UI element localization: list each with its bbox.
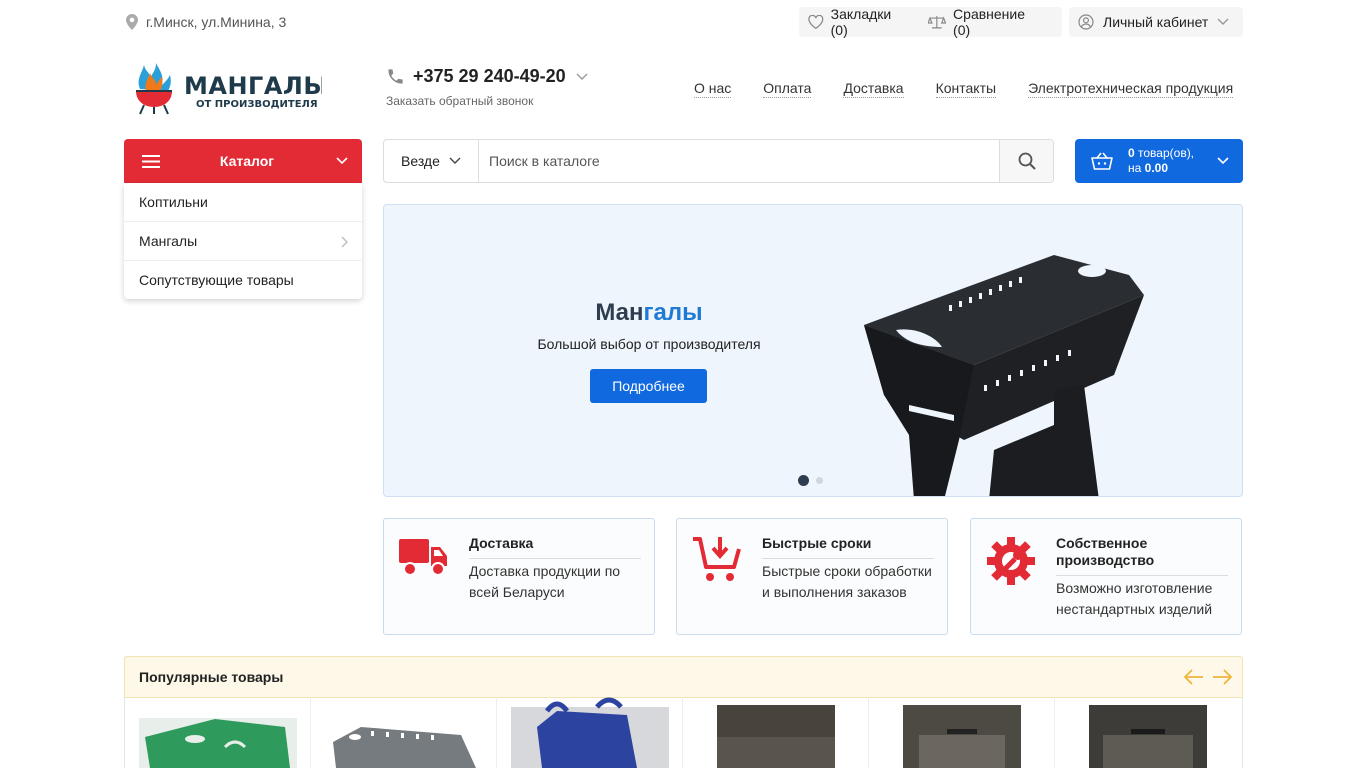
search-input[interactable] bbox=[479, 140, 999, 182]
product-card[interactable] bbox=[497, 697, 683, 768]
product-image bbox=[1089, 705, 1207, 768]
grill-product-image bbox=[864, 255, 1144, 496]
menu-icon bbox=[142, 154, 160, 168]
nav-electrical[interactable]: Электротехническая продукция bbox=[1028, 80, 1234, 98]
cart-summary: 0 товар(ов), на 0.00 bbox=[1128, 146, 1217, 176]
cart-count: 0 bbox=[1128, 146, 1135, 160]
top-actions: Закладки (0) Сравнение (0) bbox=[799, 6, 1062, 38]
slider-dots bbox=[798, 475, 830, 486]
arrow-left-icon[interactable] bbox=[1184, 669, 1204, 685]
location: г.Минск, ул.Минина, 3 bbox=[126, 13, 286, 31]
map-pin-icon bbox=[126, 14, 138, 30]
catalog-item-accessories[interactable]: Сопутствующие товары bbox=[124, 261, 362, 299]
catalog-label: Каталог bbox=[219, 153, 275, 169]
user-icon bbox=[1078, 14, 1094, 30]
product-card[interactable] bbox=[311, 697, 497, 768]
chevron-down-icon bbox=[1217, 157, 1229, 165]
hero-banner[interactable]: Мангалы Большой выбор от производителя П… bbox=[383, 204, 1243, 497]
feature-title: Быстрые сроки bbox=[762, 535, 934, 559]
cart-download-icon bbox=[693, 537, 741, 581]
chevron-down-icon bbox=[1217, 18, 1229, 25]
phone-icon bbox=[388, 69, 403, 84]
catalog-item-grills[interactable]: Мангалы bbox=[124, 222, 362, 261]
banner-more-button[interactable]: Подробнее bbox=[590, 369, 707, 403]
account-button[interactable]: Личный кабинет bbox=[1069, 7, 1243, 37]
slider-dot-active[interactable] bbox=[798, 475, 809, 486]
banner-title: Мангалы bbox=[594, 299, 704, 327]
product-image bbox=[717, 705, 835, 768]
chevron-down-icon bbox=[336, 157, 348, 165]
gear-wrench-icon bbox=[987, 537, 1035, 585]
bookmarks-label: Закладки (0) bbox=[830, 6, 892, 38]
logo-text-sub: ОТ ПРОИЗВОДИТЕЛЯ bbox=[196, 99, 318, 110]
cart-sum-prefix: на bbox=[1128, 161, 1145, 175]
truck-icon bbox=[399, 539, 447, 576]
feature-desc: Доставка продукции по всей Беларуси bbox=[469, 563, 621, 600]
callback-link[interactable]: Заказать обратный звонок bbox=[386, 94, 533, 108]
search-icon bbox=[1018, 152, 1036, 170]
arrow-right-icon[interactable] bbox=[1212, 669, 1232, 685]
product-image bbox=[511, 697, 669, 768]
basket-icon bbox=[1091, 152, 1113, 170]
catalog-item-label: Мангалы bbox=[139, 233, 198, 249]
catalog-item-label: Сопутствующие товары bbox=[139, 272, 294, 288]
catalog-item-label: Коптильни bbox=[139, 194, 208, 210]
search-scope-select[interactable]: Везде bbox=[384, 140, 479, 182]
product-card[interactable] bbox=[125, 697, 311, 768]
catalog-item-smokehouses[interactable]: Коптильни bbox=[124, 183, 362, 222]
product-card[interactable] bbox=[869, 697, 1055, 768]
product-image bbox=[333, 727, 476, 768]
account-label: Личный кабинет bbox=[1103, 14, 1209, 30]
search-bar: Везде bbox=[383, 139, 1054, 183]
chevron-down-icon[interactable] bbox=[576, 73, 588, 81]
feature-title: Собственное производство bbox=[1056, 535, 1228, 576]
feature-desc: Быстрые сроки обработки и выполнения зак… bbox=[762, 563, 932, 600]
phone-number: +375 29 240-49-20 bbox=[413, 66, 566, 86]
catalog-button[interactable]: Каталог bbox=[124, 139, 362, 183]
compare-label: Сравнение (0) bbox=[953, 6, 1026, 38]
feature-desc: Возможно изготовление нестандартных изде… bbox=[1056, 580, 1213, 617]
banner-subtitle: Большой выбор от производителя bbox=[537, 336, 761, 352]
product-carousel bbox=[124, 697, 1243, 768]
chevron-down-icon bbox=[449, 157, 461, 164]
popular-header: Популярные товары bbox=[124, 656, 1243, 698]
nav-payment[interactable]: Оплата bbox=[763, 80, 812, 98]
product-image bbox=[903, 705, 1021, 768]
nav-contacts[interactable]: Контакты bbox=[935, 80, 997, 98]
popular-title: Популярные товары bbox=[139, 669, 284, 685]
feature-production: Собственное производство Возможно изгото… bbox=[970, 518, 1242, 635]
product-card[interactable] bbox=[1055, 697, 1241, 768]
logo-text-main: МАНГАЛЫ bbox=[184, 72, 322, 100]
main-nav: О нас Оплата Доставка Контакты Электроте… bbox=[694, 80, 1234, 98]
nav-delivery[interactable]: Доставка bbox=[843, 80, 904, 98]
catalog-menu: Коптильни Мангалы Сопутствующие товары bbox=[124, 183, 362, 299]
feature-fast: Быстрые сроки Быстрые сроки обработки и … bbox=[676, 518, 948, 635]
cart-button[interactable]: 0 товар(ов), на 0.00 bbox=[1075, 139, 1243, 183]
search-button[interactable] bbox=[999, 140, 1053, 182]
cart-count-suffix: товар(ов), bbox=[1134, 146, 1195, 160]
chevron-right-icon bbox=[341, 236, 348, 248]
banner-title-accent: галы bbox=[643, 299, 703, 326]
banner-title-part: Ман bbox=[595, 299, 644, 326]
phone[interactable]: +375 29 240-49-20 bbox=[386, 66, 588, 87]
feature-delivery: Доставка Доставка продукции по всей Бела… bbox=[383, 518, 655, 635]
cart-sum: 0.00 bbox=[1144, 161, 1168, 175]
grill-logo-icon: МАНГАЛЫ ОТ ПРОИЗВОДИТЕЛЯ bbox=[136, 63, 328, 115]
popular-nav bbox=[1176, 669, 1232, 685]
heart-icon bbox=[808, 15, 824, 29]
product-image bbox=[139, 718, 297, 768]
search-scope-label: Везде bbox=[401, 153, 440, 169]
compare-link[interactable]: Сравнение (0) bbox=[928, 6, 1044, 38]
slider-dot[interactable] bbox=[816, 477, 823, 484]
location-text: г.Минск, ул.Минина, 3 bbox=[146, 14, 287, 30]
scales-icon bbox=[928, 16, 947, 29]
bookmarks-link[interactable]: Закладки (0) bbox=[808, 6, 910, 38]
product-card[interactable] bbox=[683, 697, 869, 768]
nav-about[interactable]: О нас bbox=[694, 80, 732, 98]
feature-title: Доставка bbox=[469, 535, 641, 559]
site-logo[interactable]: МАНГАЛЫ ОТ ПРОИЗВОДИТЕЛЯ bbox=[132, 61, 328, 115]
